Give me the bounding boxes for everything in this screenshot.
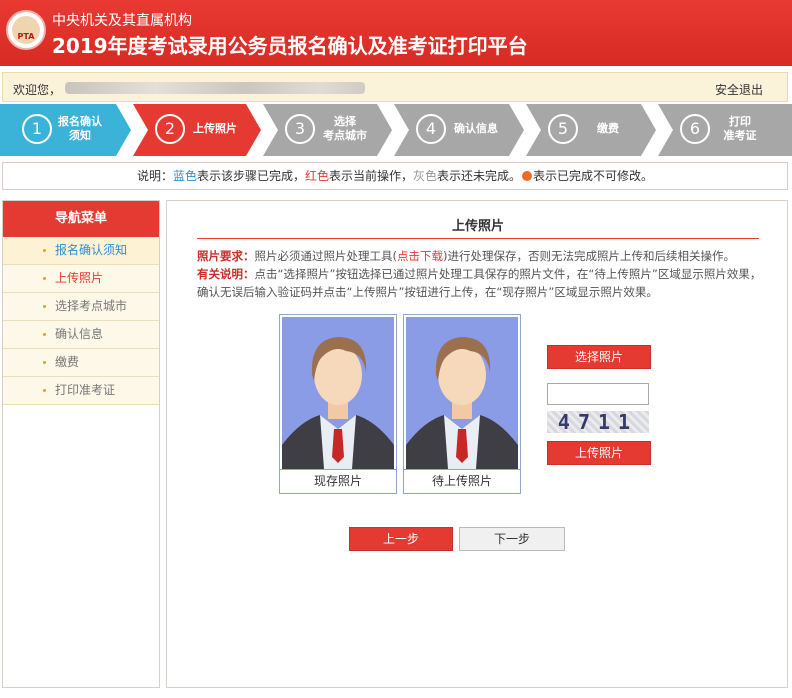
- notes-key: 有关说明：: [197, 267, 255, 281]
- sidebar-item-label: 选择考点城市: [55, 299, 128, 313]
- organization-name: 中央机关及其直属机构: [52, 13, 192, 29]
- step-3: 3 选择 考点城市: [263, 104, 392, 156]
- next-step-button[interactable]: 下一步: [459, 527, 565, 551]
- pending-photo-box: 待上传照片: [403, 314, 521, 494]
- legend-prefix: 说明：: [136, 169, 173, 183]
- site-header: PTA 中央机关及其直属机构 2019年度考试录用公务员报名确认及准考证打印平台: [0, 0, 792, 66]
- user-bar: 欢迎您， 安全退出: [2, 72, 788, 102]
- step-number: 2: [155, 114, 185, 144]
- legend-gray-text: 表示还未完成。: [437, 169, 522, 183]
- requirement-text-2: )进行处理保存，否则无法完成照片上传和后续相关操作。: [443, 249, 735, 263]
- sidebar-item-label: 确认信息: [55, 327, 104, 341]
- legend-gray-word: 灰色: [413, 169, 438, 183]
- main-panel: 上传照片 照片要求：照片必须通过照片处理工具(点击下载)进行处理保存，否则无法完…: [166, 200, 788, 688]
- step-2: 2 上传照片: [133, 104, 261, 156]
- sidebar-item-label: 上传照片: [55, 271, 104, 285]
- sidebar-item-label: 打印准考证: [55, 383, 116, 397]
- legend-red-text: 表示当前操作，: [329, 169, 414, 183]
- legend-blue-text: 表示该步骤已完成，: [196, 169, 305, 183]
- sidebar-item-upload-photo[interactable]: 上传照片: [3, 265, 159, 293]
- prev-step-button[interactable]: 上一步: [349, 527, 453, 551]
- sidebar-item-select-city[interactable]: 选择考点城市: [3, 293, 159, 321]
- sidebar-item-notice[interactable]: 报名确认须知: [3, 237, 159, 265]
- step-5: 5 缴费: [526, 104, 656, 156]
- bullet-icon: [43, 305, 46, 308]
- status-legend: 说明：蓝色表示该步骤已完成，红色表示当前操作，灰色表示还未完成。 表示已完成不可修…: [2, 162, 788, 190]
- bullet-icon: [43, 249, 46, 252]
- step-label: 缴费: [597, 122, 619, 135]
- sidebar-item-print-ticket[interactable]: 打印准考证: [3, 377, 159, 405]
- bullet-icon: [43, 333, 46, 336]
- sidebar-item-label: 报名确认须知: [55, 243, 128, 257]
- locked-dot-icon: [522, 171, 533, 181]
- download-tool-link[interactable]: 点击下载: [397, 249, 443, 263]
- sidebar-item-payment[interactable]: 缴费: [3, 349, 159, 377]
- current-photo-box: 现存照片: [279, 314, 397, 494]
- notes-text: 点击“选择照片”按钮选择已通过照片处理工具保存的照片文件，在“待上传照片”区域显…: [197, 267, 762, 299]
- avatar-placeholder-icon: [406, 317, 518, 469]
- instructions: 照片要求：照片必须通过照片处理工具(点击下载)进行处理保存，否则无法完成照片上传…: [197, 247, 767, 301]
- nav-sidebar: 导航菜单 报名确认须知 上传照片 选择考点城市 确认信息 缴费 打印准考证: [2, 200, 160, 688]
- nav-title: 导航菜单: [3, 201, 159, 237]
- select-photo-button[interactable]: 选择照片: [547, 345, 651, 369]
- step-label: 上传照片: [193, 122, 237, 135]
- welcome-text: 欢迎您，: [13, 83, 62, 97]
- step-1: 1 报名确认 须知: [0, 104, 131, 156]
- step-6: 6 打印 准考证: [658, 104, 792, 156]
- step-number: 3: [285, 114, 315, 144]
- requirement-text-1: 照片必须通过照片处理工具(: [254, 249, 398, 263]
- legend-red-word: 红色: [304, 169, 329, 183]
- pending-photo: [406, 317, 518, 469]
- bullet-icon: [43, 277, 46, 280]
- requirement-key: 照片要求：: [197, 249, 255, 263]
- pending-photo-caption: 待上传照片: [404, 469, 520, 493]
- step-label: 报名确认 须知: [58, 115, 102, 142]
- pta-logo-icon: PTA: [6, 10, 46, 50]
- step-number: 4: [416, 114, 446, 144]
- related-notes: 有关说明：点击“选择照片”按钮选择已通过照片处理工具保存的照片文件，在“待上传照…: [197, 265, 767, 301]
- title-divider: [197, 238, 759, 239]
- step-number: 5: [548, 114, 578, 144]
- panel-title: 上传照片: [451, 219, 504, 234]
- step-number: 1: [22, 114, 52, 144]
- blurred-user-info: [65, 82, 365, 94]
- avatar-placeholder-icon: [282, 317, 394, 469]
- legend-dot-text: 表示已完成不可修改。: [533, 169, 654, 183]
- photo-requirement: 照片要求：照片必须通过照片处理工具(点击下载)进行处理保存，否则无法完成照片上传…: [197, 247, 767, 265]
- step-number: 6: [680, 114, 710, 144]
- step-4: 4 确认信息: [394, 104, 524, 156]
- step-label: 确认信息: [454, 122, 498, 135]
- current-photo: [282, 317, 394, 469]
- bullet-icon: [43, 361, 46, 364]
- captcha-image[interactable]: 4711: [547, 411, 649, 433]
- logout-link[interactable]: 安全退出: [715, 81, 763, 98]
- legend-blue-word: 蓝色: [172, 169, 197, 183]
- progress-steps: 1 报名确认 须知 2 上传照片 3 选择 考点城市 4 确认信息 5 缴费 6…: [0, 104, 792, 156]
- logo-text: PTA: [17, 32, 35, 41]
- sidebar-item-label: 缴费: [55, 355, 80, 369]
- step-label: 选择 考点城市: [323, 115, 367, 142]
- step-label: 打印 准考证: [723, 115, 757, 142]
- platform-title: 2019年度考试录用公务员报名确认及准考证打印平台: [52, 34, 528, 58]
- upload-photo-button[interactable]: 上传照片: [547, 441, 651, 465]
- current-photo-caption: 现存照片: [280, 469, 396, 493]
- sidebar-item-confirm-info[interactable]: 确认信息: [3, 321, 159, 349]
- bullet-icon: [43, 389, 46, 392]
- captcha-input[interactable]: [547, 383, 649, 405]
